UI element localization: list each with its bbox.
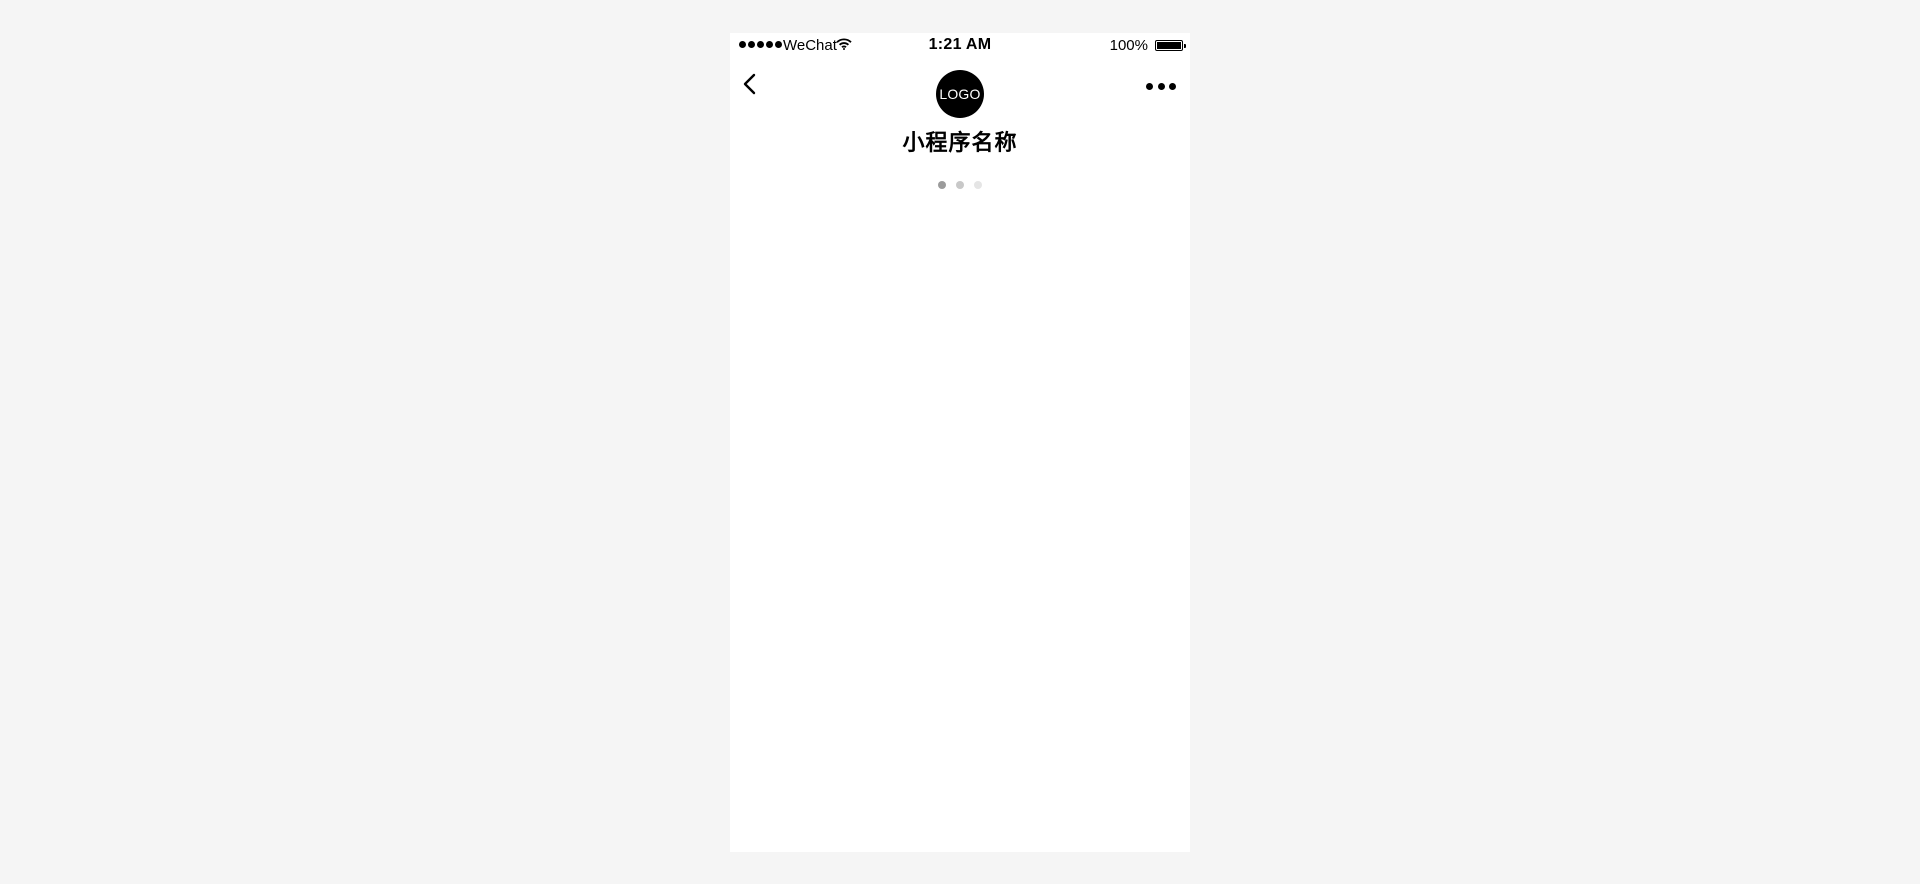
battery-level: [1157, 42, 1181, 49]
app-name: 小程序名称: [902, 130, 1018, 155]
battery-tip: [1184, 44, 1186, 48]
more-options-button[interactable]: [1146, 77, 1176, 95]
battery-icon: [1155, 40, 1186, 51]
chevron-left-icon: [743, 73, 756, 95]
more-dot: [1157, 82, 1165, 90]
loading-dot: [938, 181, 946, 189]
loading-indicator: [730, 181, 1190, 189]
loading-dot: [956, 181, 964, 189]
loading-dot: [974, 181, 982, 189]
phone-screen: WeChat 1:21 AM 100% LOGO 小程序名称: [730, 33, 1190, 852]
status-bar: WeChat 1:21 AM 100%: [730, 33, 1190, 57]
back-button[interactable]: [739, 70, 763, 100]
more-dot: [1169, 82, 1176, 90]
app-logo: LOGO: [936, 70, 984, 118]
more-dot: [1146, 82, 1153, 90]
battery-percent: 100%: [1109, 37, 1148, 54]
